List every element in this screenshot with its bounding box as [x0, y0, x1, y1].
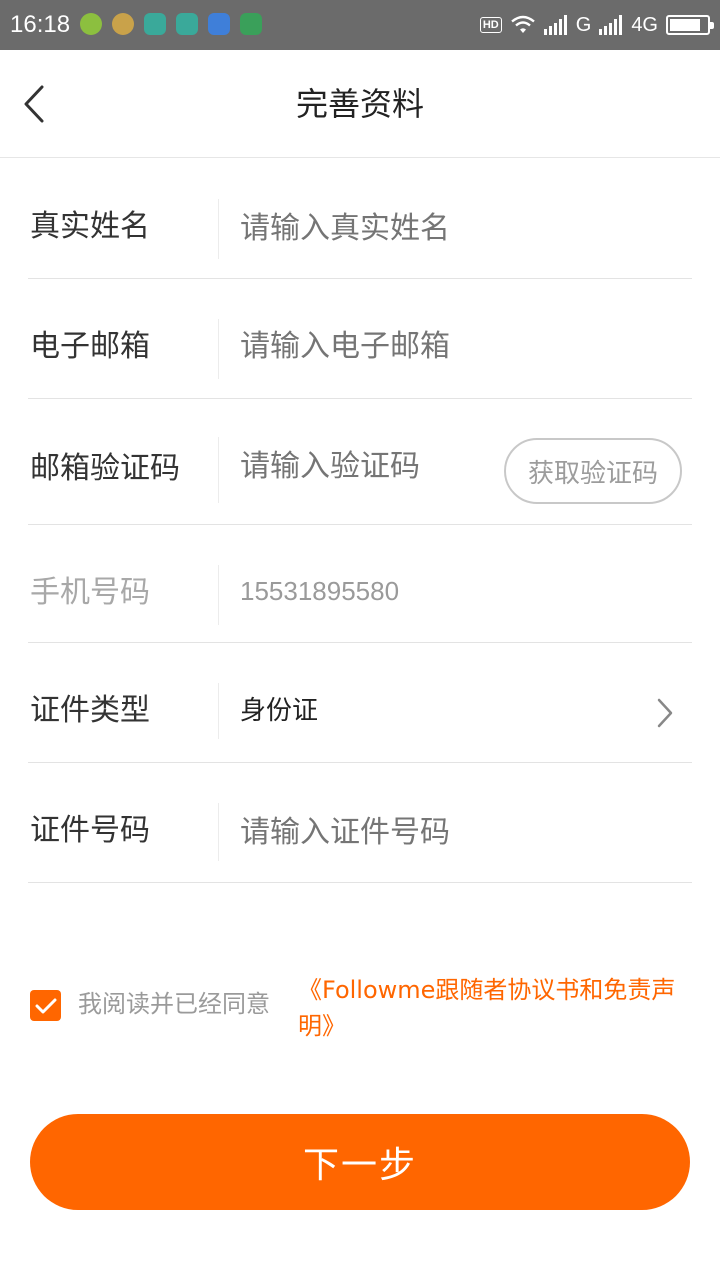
- divider: [218, 683, 219, 739]
- divider: [218, 199, 219, 259]
- status-indicators: HD G 4G: [479, 12, 714, 38]
- divider: [218, 565, 219, 625]
- id-number-input[interactable]: [240, 813, 660, 853]
- next-step-button[interactable]: 下一步: [30, 1114, 690, 1210]
- phone-label: 手机号码: [30, 575, 150, 610]
- signal-icon: [543, 15, 567, 35]
- hd-badge: HD: [479, 17, 502, 33]
- header: 完善资料: [0, 50, 720, 158]
- network-type-1: G: [575, 13, 592, 36]
- divider: [218, 803, 219, 861]
- plus-app-icon: [80, 13, 102, 35]
- vpn-app-icon: [240, 13, 262, 35]
- email-input[interactable]: [240, 327, 660, 367]
- id-number-row: 证件号码: [28, 763, 692, 883]
- id-type-selector[interactable]: [650, 693, 680, 733]
- status-bar: 16:18 HD G 4G: [0, 0, 720, 50]
- real-name-input[interactable]: [240, 209, 660, 249]
- email-label: 电子邮箱: [30, 329, 150, 364]
- phone-value: 15531895580: [240, 576, 400, 606]
- id-number-label: 证件号码: [30, 813, 150, 848]
- teal-app-icon: [176, 13, 198, 35]
- signal-icon: [599, 15, 623, 35]
- phone-row: 手机号码 15531895580: [28, 525, 692, 643]
- chevron-right-icon: [657, 698, 673, 728]
- email-code-label: 邮箱验证码: [30, 451, 180, 486]
- page-title: 完善资料: [295, 85, 424, 123]
- id-type-row[interactable]: 证件类型 身份证: [28, 643, 692, 763]
- notification-icons: [80, 13, 262, 35]
- real-name-row: 真实姓名: [28, 159, 692, 279]
- email-code-row: 邮箱验证码 获取验证码: [28, 399, 692, 525]
- status-time: 16:18: [10, 11, 71, 38]
- weather-app-icon: [208, 13, 230, 35]
- checkmark-icon: [35, 998, 56, 1013]
- email-row: 电子邮箱: [28, 279, 692, 399]
- gold-app-icon: [112, 13, 134, 35]
- agreement-text: 我阅读并已经同意: [78, 990, 270, 1018]
- agreement-link[interactable]: 《Followme跟随者协议书和免责声明》: [298, 972, 678, 1044]
- wifi-icon: [510, 15, 535, 33]
- divider: [218, 437, 219, 503]
- real-name-label: 真实姓名: [30, 209, 150, 244]
- agreement-checkbox[interactable]: [30, 990, 61, 1021]
- battery-icon: [666, 15, 714, 35]
- id-type-value: 身份证: [240, 696, 319, 726]
- get-code-button[interactable]: 获取验证码: [504, 438, 682, 504]
- network-type-2: 4G: [631, 13, 658, 36]
- agreement: 我阅读并已经同意 《Followme跟随者协议书和免责声明》: [30, 972, 690, 1052]
- teal-app-icon: [144, 13, 166, 35]
- id-type-label: 证件类型: [30, 693, 150, 728]
- email-code-input[interactable]: [240, 447, 490, 487]
- divider: [218, 319, 219, 379]
